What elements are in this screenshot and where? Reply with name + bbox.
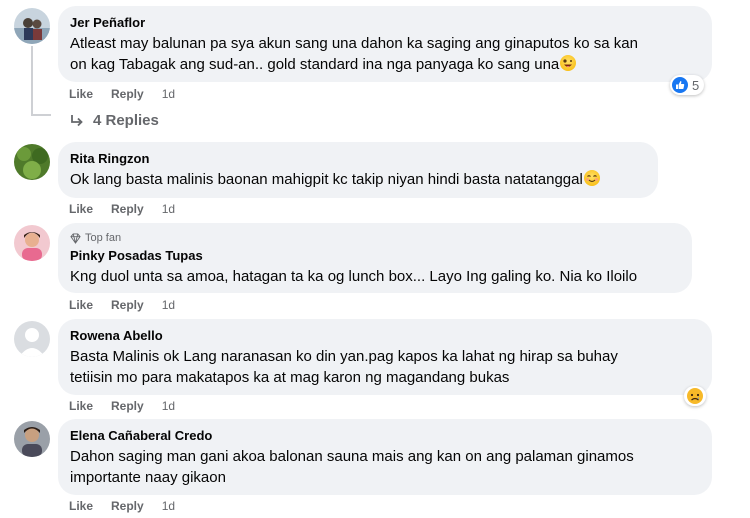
commenter-name[interactable]: Rowena Abello xyxy=(70,327,700,344)
comment-text: Ok lang basta malinis baonan mahigpit kc… xyxy=(70,169,646,190)
reply-button[interactable]: Reply xyxy=(111,87,144,101)
reply-button[interactable]: Reply xyxy=(111,499,144,513)
comment-actions: Like Reply 1d xyxy=(69,202,175,216)
commenter-name[interactable]: Elena Cañaberal Credo xyxy=(70,427,700,444)
reply-button[interactable]: Reply xyxy=(111,399,144,413)
replies-count-label: 4 Replies xyxy=(93,112,159,129)
avatar[interactable] xyxy=(14,8,50,44)
reaction-badge[interactable] xyxy=(684,386,706,406)
avatar[interactable] xyxy=(14,421,50,457)
commenter-name[interactable]: Pinky Posadas Tupas xyxy=(70,247,680,264)
comment-actions: Like Reply 1d xyxy=(69,499,175,513)
like-button[interactable]: Like xyxy=(69,298,93,312)
comment-line: Ok lang basta malinis baonan mahigpit kc… xyxy=(70,171,583,188)
avatar[interactable] xyxy=(14,321,50,357)
comment-actions: Like Reply 1d xyxy=(69,87,175,101)
reply-button[interactable]: Reply xyxy=(111,202,144,216)
top-fan-label: Top fan xyxy=(85,232,122,244)
timestamp[interactable]: 1d xyxy=(162,499,175,513)
view-replies-link[interactable]: 4 Replies xyxy=(69,112,159,129)
sad-reaction-icon xyxy=(687,388,703,404)
avatar[interactable] xyxy=(14,144,50,180)
comment-line: Atleast may balunan pa sya akun sang una… xyxy=(70,35,638,52)
commenter-name[interactable]: Jer Peñaflor xyxy=(70,14,700,31)
like-reaction-icon xyxy=(672,77,688,93)
commenter-name[interactable]: Rita Ringzon xyxy=(70,150,646,167)
like-button[interactable]: Like xyxy=(69,399,93,413)
top-fan-badge: Top fan xyxy=(70,231,680,245)
reaction-badge[interactable]: 5 xyxy=(670,75,705,95)
comment-line: Dahon saging man gani akoa balonan sauna… xyxy=(70,448,634,465)
crazy-face-emoji xyxy=(560,55,577,71)
thread-line xyxy=(31,114,51,116)
reply-button[interactable]: Reply xyxy=(111,298,144,312)
timestamp[interactable]: 1d xyxy=(162,399,175,413)
reply-arrow-icon xyxy=(71,114,83,126)
comment-text: Dahon saging man gani akoa balonan sauna… xyxy=(70,446,700,488)
like-button[interactable]: Like xyxy=(69,499,93,513)
comment-line: Basta Malinis ok Lang naranasan ko din y… xyxy=(70,348,618,365)
comment-bubble: Top fan Pinky Posadas Tupas Kng duol unt… xyxy=(58,223,692,293)
comment-line: on kag Tabagak ang sud-an.. gold standar… xyxy=(70,56,560,73)
comment-text: Atleast may balunan pa sya akun sang una… xyxy=(70,33,700,75)
diamond-icon xyxy=(70,232,81,244)
comment-text: Basta Malinis ok Lang naranasan ko din y… xyxy=(70,346,700,388)
comment-bubble: Rowena Abello Basta Malinis ok Lang nara… xyxy=(58,319,712,395)
reaction-count: 5 xyxy=(692,77,700,93)
like-button[interactable]: Like xyxy=(69,87,93,101)
comment-line: Kng duol unta sa amoa, hatagan ta ka og … xyxy=(70,268,638,285)
comment-bubble: Rita Ringzon Ok lang basta malinis baona… xyxy=(58,142,658,198)
avatar[interactable] xyxy=(14,225,50,261)
like-button[interactable]: Like xyxy=(69,202,93,216)
comment-text: Kng duol unta sa amoa, hatagan ta ka og … xyxy=(70,266,680,287)
comment-actions: Like Reply 1d xyxy=(69,298,175,312)
timestamp[interactable]: 1d xyxy=(162,298,175,312)
comment-line: tetiisin mo para makatapos ka at mag kar… xyxy=(70,369,510,386)
comment-line: importante naay gikaon xyxy=(70,469,226,486)
comment-bubble: Jer Peñaflor Atleast may balunan pa sya … xyxy=(58,6,712,82)
comment-bubble: Elena Cañaberal Credo Dahon saging man g… xyxy=(58,419,712,495)
comment-actions: Like Reply 1d xyxy=(69,399,175,413)
thread-line xyxy=(31,46,33,116)
timestamp[interactable]: 1d xyxy=(162,87,175,101)
blush-smile-emoji xyxy=(583,170,600,186)
timestamp[interactable]: 1d xyxy=(162,202,175,216)
